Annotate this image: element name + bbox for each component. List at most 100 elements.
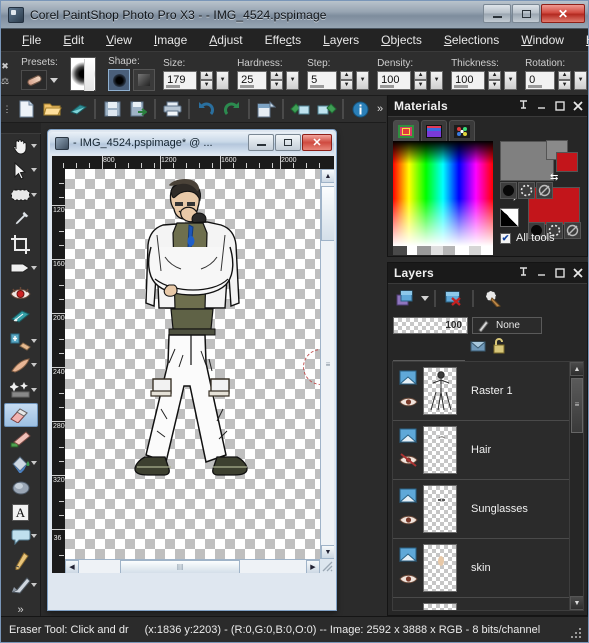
red-eye-tool[interactable] <box>4 281 38 304</box>
crop-tool[interactable] <box>4 232 38 255</box>
horizontal-ruler[interactable]: 800 1200 1600 2000 <box>52 156 334 169</box>
hardness-input[interactable]: 25 <box>237 70 268 90</box>
pan-tool[interactable] <box>4 135 38 158</box>
gradient-style-icon[interactable] <box>518 182 535 199</box>
layer-type-icon[interactable] <box>398 370 418 391</box>
black-white-reset-icon[interactable] <box>500 208 519 227</box>
close-button[interactable]: ✕ <box>541 4 585 23</box>
new-icon[interactable] <box>13 98 39 121</box>
pick-tool[interactable] <box>4 159 38 182</box>
layers-vertical-scrollbar[interactable]: ▲ ≡ ▼ <box>569 362 583 610</box>
duplicate-icon[interactable] <box>253 98 279 121</box>
redo-icon[interactable] <box>219 98 245 121</box>
materials-tab-rainbow[interactable] <box>421 120 447 141</box>
new-layer-chevron-down-icon[interactable] <box>421 295 429 301</box>
table-row[interactable]: skin <box>393 539 569 598</box>
resize-grip-icon[interactable] <box>571 626 583 638</box>
menu-objects[interactable]: Objects <box>370 30 433 50</box>
menu-file[interactable]: File <box>11 30 52 50</box>
layer-effect-button[interactable]: None <box>472 317 542 334</box>
layer-hidden-icon[interactable] <box>398 452 418 472</box>
materials-minimize-button[interactable] <box>536 99 547 112</box>
table-row[interactable]: Raster 1 <box>393 362 569 421</box>
thickness-spinner[interactable]: ▲ ▼ <box>488 70 502 90</box>
step-dropdown-button[interactable]: ▼ <box>356 70 370 90</box>
layer-type-icon[interactable] <box>398 547 418 568</box>
size-dropdown-button[interactable]: ▼ <box>216 70 230 90</box>
layer-type-icon[interactable] <box>398 428 418 449</box>
chevron-down-icon[interactable] <box>30 387 37 392</box>
rotation-spinner[interactable]: ▲ ▼ <box>558 70 572 90</box>
chevron-down-icon[interactable] <box>30 265 37 270</box>
horizontal-scroll-thumb[interactable]: ‖‖ <box>120 560 240 573</box>
dodge-burn-tool[interactable] <box>4 379 38 402</box>
chevron-down-icon[interactable] <box>30 460 37 465</box>
pattern-style-icon[interactable] <box>536 182 553 199</box>
canvas-vertical-scrollbar[interactable]: ▲ ≡ ▼ <box>320 169 334 559</box>
layers-list[interactable]: Raster 1 Hair Sunglasses skin ▲ ≡ ▼ <box>392 361 584 611</box>
straighten-tool[interactable] <box>4 257 38 280</box>
rotation-dropdown-button[interactable]: ▼ <box>574 70 588 90</box>
layers-scroll-down-button[interactable]: ▼ <box>570 596 583 610</box>
scratch-remover-tool[interactable] <box>4 354 38 377</box>
document-minimize-button[interactable] <box>248 134 274 151</box>
table-row[interactable]: Hair <box>393 421 569 480</box>
tools-overflow-icon[interactable]: » <box>17 604 23 616</box>
layer-visibility-icon[interactable] <box>398 513 418 531</box>
minimize-button[interactable] <box>483 4 511 23</box>
menu-window[interactable]: Window <box>510 30 575 50</box>
thickness-dropdown-button[interactable]: ▼ <box>504 70 518 90</box>
hardness-dropdown-button[interactable]: ▼ <box>286 70 300 90</box>
layer-properties-icon[interactable] <box>479 288 505 308</box>
layer-visibility-icon[interactable] <box>398 572 418 590</box>
save-as-icon[interactable] <box>125 98 151 121</box>
chevron-down-icon[interactable] <box>30 168 37 173</box>
undo-icon[interactable] <box>193 98 219 121</box>
hardness-spinner[interactable]: ▲ ▼ <box>270 70 284 90</box>
chevron-down-icon[interactable] <box>30 582 37 587</box>
size-spinner[interactable]: ▲ ▼ <box>200 70 214 90</box>
rotation-input[interactable]: 0 <box>525 70 556 90</box>
standard-toolbar-overflow-icon[interactable]: » <box>377 103 383 115</box>
layers-maximize-button[interactable] <box>554 266 565 279</box>
vertical-scroll-thumb[interactable] <box>321 186 334 241</box>
smudge-tool[interactable] <box>4 476 38 499</box>
density-dropdown-button[interactable]: ▼ <box>430 70 444 90</box>
menu-effects[interactable]: Effects <box>254 30 312 50</box>
warp-brush-tool[interactable] <box>4 574 38 597</box>
menu-selections[interactable]: Selections <box>433 30 510 50</box>
materials-tab-frame[interactable] <box>393 120 419 141</box>
tools-palette-grip[interactable] <box>1 123 41 134</box>
upload-icon[interactable] <box>287 98 313 121</box>
selection-tool[interactable] <box>4 184 38 207</box>
layers-scroll-up-button[interactable]: ▲ <box>570 362 583 376</box>
menu-edit[interactable]: Edit <box>52 30 95 50</box>
layer-lock-icon[interactable] <box>492 338 506 359</box>
vertical-scroll-track[interactable]: ≡ <box>321 299 334 429</box>
materials-close-button[interactable] <box>572 99 583 112</box>
image-canvas-area[interactable]: ▲ ≡ ▼ ◀ ‖‖ ▶ <box>65 169 334 573</box>
table-row[interactable]: Sunglasses <box>393 480 569 539</box>
document-maximize-button[interactable] <box>275 134 301 151</box>
chevron-down-icon[interactable] <box>30 338 37 343</box>
materials-tab-swatches[interactable] <box>449 120 475 141</box>
document-close-button[interactable]: ✕ <box>302 134 332 151</box>
density-input[interactable]: 100 <box>377 70 412 90</box>
makeover-tool[interactable] <box>4 306 38 329</box>
layers-pin-icon[interactable] <box>518 266 529 279</box>
shape-square-button[interactable] <box>133 69 156 91</box>
layers-close-button[interactable] <box>572 266 583 279</box>
pen-tool[interactable] <box>4 549 38 572</box>
download-icon[interactable] <box>313 98 339 121</box>
table-row[interactable] <box>393 598 569 610</box>
layer-link-icon[interactable] <box>470 339 487 359</box>
eraser-tool[interactable] <box>3 402 38 427</box>
chevron-down-icon[interactable] <box>30 192 37 197</box>
clone-brush-tool[interactable] <box>4 330 38 353</box>
color-picker-wheel[interactable] <box>393 141 493 255</box>
delete-layer-icon[interactable] <box>441 288 467 308</box>
chevron-down-icon[interactable] <box>30 363 37 368</box>
scroll-left-button[interactable]: ◀ <box>65 560 79 573</box>
thickness-input[interactable]: 100 <box>451 70 486 90</box>
materials-pin-icon[interactable] <box>518 99 529 112</box>
